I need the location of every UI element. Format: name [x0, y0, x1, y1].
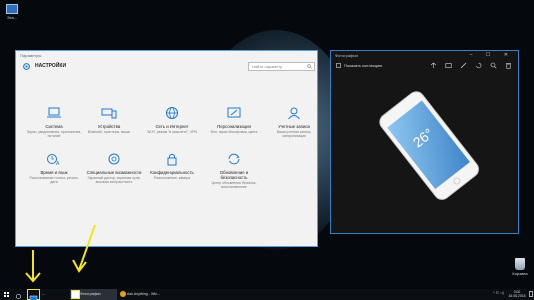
tile-description: Ваша учетная запись, синхронизация [276, 130, 312, 138]
settings-tile-accounts[interactable]: Учетные записи Ваша учетная запись, синх… [266, 106, 322, 138]
settings-search-input[interactable]: Найти параметр [248, 62, 315, 71]
settings-title: НАСТРОЙКИ [35, 63, 67, 69]
settings-tile-devices[interactable]: Устройства Bluetooth, принтеры, мышь [81, 106, 137, 134]
settings-titlebar[interactable]: Параметры [16, 51, 317, 59]
desktop-icon-label: Эта... [6, 15, 18, 20]
rotate-icon[interactable] [475, 62, 482, 69]
photos-app-icon [71, 290, 80, 299]
zoom-icon[interactable] [490, 62, 497, 69]
tile-title: Обновление и безопасность [219, 170, 249, 180]
browser-icon [120, 291, 126, 297]
sync-icon [228, 153, 240, 165]
task-view-icon [29, 295, 38, 300]
accessibility-icon [108, 153, 120, 165]
tile-title: Персонализация [217, 124, 251, 129]
notification-icon[interactable] [529, 291, 533, 297]
tile-title: Специальные возможности [86, 170, 142, 175]
tile-title: Учетные записи [278, 124, 310, 129]
taskbar-app-label: Фотографии [80, 292, 101, 296]
settings-tile-system[interactable]: Система Экран, уведомления, приложения, … [26, 106, 82, 138]
slideshow-icon[interactable] [445, 62, 452, 69]
settings-header: НАСТРОЙКИ Найти параметр [16, 59, 317, 75]
search-placeholder: Найти параметр [252, 64, 283, 69]
settings-tile-update-security[interactable]: Обновление и безопасность Центр обновлен… [206, 152, 262, 189]
tile-title: Сеть и Интернет [155, 124, 189, 129]
taskbar-app-settings[interactable]: ... [40, 289, 70, 300]
brush-icon [227, 107, 241, 118]
photos-titlebar[interactable]: Фотографии – ☐ ✕ [331, 51, 518, 60]
start-button[interactable] [2, 289, 11, 300]
window-controls[interactable]: – ☐ ✕ [470, 52, 514, 58]
recycle-bin-icon [515, 258, 525, 270]
tile-title: Время и язык [40, 170, 68, 175]
photos-window: Фотографии – ☐ ✕ Показать коллекцию 26° [330, 50, 519, 234]
photos-toolbar-actions [430, 62, 512, 69]
photos-toolbar: Показать коллекцию [331, 60, 518, 71]
settings-tile-privacy[interactable]: Конфиденциальность Расположение, камера [144, 152, 200, 180]
tile-description: Bluetooth, принтеры, мышь [87, 130, 131, 134]
edit-icon[interactable] [460, 62, 467, 69]
task-view-button[interactable] [27, 289, 40, 300]
taskbar-app-label: ... [42, 292, 45, 296]
settings-tile-time-language[interactable]: A Время и язык Распознавание голоса, рег… [26, 152, 82, 184]
taskbar: ... Фотографии Ask Anything - Win... ^ ☷… [0, 289, 534, 300]
settings-tile-accessibility[interactable]: Специальные возможности Экранный диктор,… [86, 152, 142, 184]
desktop-icon-this-pc[interactable]: Эта... [2, 4, 22, 20]
tile-description: Расположение, камера [153, 176, 191, 180]
show-collection-button[interactable]: Показать коллекцию [344, 63, 382, 68]
keyboard-icon [101, 108, 117, 119]
globe-icon [166, 107, 178, 119]
taskbar-clock[interactable]: 0:00 16.08.2015 [506, 290, 528, 298]
tile-title: Устройства [97, 124, 121, 129]
tile-description: Wi-Fi, режим "в самолете", VPN [147, 130, 197, 134]
search-icon [15, 293, 22, 300]
search-icon[interactable] [307, 64, 312, 69]
tile-description: Экран, уведомления, приложения, питание [26, 130, 82, 138]
desktop-icon-recycle-bin[interactable]: Корзина [510, 258, 530, 276]
lock-icon [167, 153, 177, 166]
taskbar-app-label: Ask Anything - Win... [127, 292, 161, 296]
clock-language-icon: A [47, 154, 60, 166]
delete-icon[interactable] [505, 62, 512, 69]
tile-title: Конфиденциальность [150, 170, 194, 175]
laptop-icon [47, 107, 61, 118]
annotation-arrow-task-view [25, 250, 41, 283]
gear-icon [23, 63, 30, 70]
recycle-bin-label: Корзина [512, 271, 528, 276]
person-icon [288, 107, 300, 120]
annotation-arrow-photos-app [72, 224, 96, 273]
tile-description: Экранный диктор, экранная лупа, высокая … [87, 176, 141, 184]
tile-description: Центр обновления Windows, восстановление [211, 181, 257, 189]
tile-description: Фон, экран блокировки, цвета [210, 130, 258, 134]
tile-title: Система [45, 124, 63, 129]
tile-description: Распознавание голоса, регион, дата [29, 176, 79, 184]
phone-photo: 26° [379, 91, 479, 200]
taskbar-app-browser[interactable]: Ask Anything - Win... [119, 289, 165, 300]
svg-text:A: A [56, 161, 60, 166]
computer-icon [6, 4, 18, 14]
clock-date: 16.08.2015 [508, 294, 526, 298]
taskbar-app-photos[interactable]: Фотографии [70, 289, 117, 300]
photos-window-title: Фотографии [335, 53, 358, 58]
settings-window: Параметры НАСТРОЙКИ Найти параметр Систе… [15, 50, 318, 247]
system-tray[interactable]: ^ ☷ ◁) [493, 291, 504, 295]
desktop: Эта... Корзина Параметры НАСТРОЙКИ Найти… [0, 0, 534, 300]
share-icon[interactable] [430, 62, 437, 69]
settings-tile-network[interactable]: Сеть и Интернет Wi-Fi, режим "в самолете… [144, 106, 200, 134]
search-button[interactable] [14, 289, 23, 300]
collection-icon[interactable] [336, 63, 341, 68]
settings-tile-personalization[interactable]: Персонализация Фон, экран блокировки, цв… [206, 106, 262, 134]
